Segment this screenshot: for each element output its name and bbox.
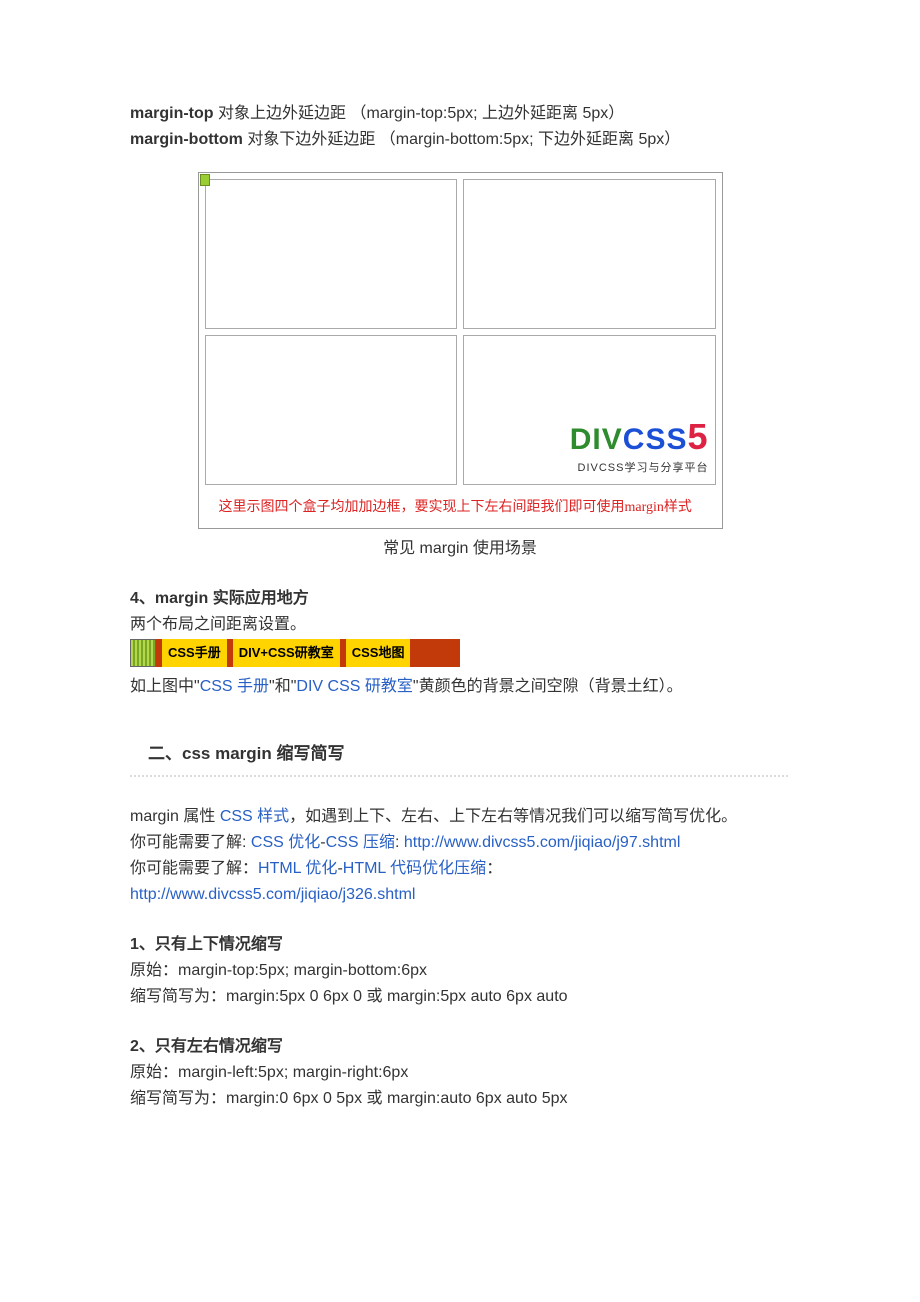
sub2-l2: 缩写简写为：margin:0 6px 0 5px 或 margin:auto 6… (130, 1087, 790, 1111)
link-html-optimize[interactable]: HTML 优化 (258, 860, 337, 877)
figure-caption: 常见 margin 使用场景 (130, 537, 790, 561)
figure-margin-boxes: DIVCSS5 DIVCSS学习与分享平台 这里示图四个盒子均加加边框，要实现上… (198, 172, 723, 529)
para3-line1: margin 属性 CSS 样式，如遇到上下、左右、上下左右等情况我们可以缩写简… (130, 805, 790, 829)
section-divider (130, 775, 790, 777)
sub2-l1: 原始：margin-left:5px; margin-right:6px (130, 1061, 790, 1085)
logo-css: CSS (623, 423, 688, 456)
margin-top-desc: 对象上边外延边距 （margin-top:5px; 上边外延距离 5px） (214, 105, 625, 122)
figure-box-3 (205, 335, 458, 485)
nav-tab-css-map: CSS地图 (346, 639, 411, 667)
link-css-manual[interactable]: CSS 手册 (200, 678, 269, 695)
logo-5: 5 (687, 416, 708, 457)
figure-red-caption: 这里示图四个盒子均加加边框，要实现上下左右间距我们即可使用margin样式 (199, 491, 722, 528)
nav-tab-divcss-classroom: DIV+CSS研教室 (233, 639, 340, 667)
link-css-optimize[interactable]: CSS 优化 (251, 834, 320, 851)
margin-top-term: margin-top (130, 105, 214, 122)
section-2-wrap: 二、css margin 缩写简写 (130, 739, 790, 777)
margin-top-line: margin-top 对象上边外延边距 （margin-top:5px; 上边外… (130, 102, 790, 126)
nav-example-image: CSS手册 DIV+CSS研教室 CSS地图 (130, 639, 460, 667)
margin-bottom-line: margin-bottom 对象下边外延边距 （margin-bottom:5p… (130, 128, 790, 152)
section4-line1: 两个布局之间距离设置。 (130, 613, 790, 637)
divcss5-logo: DIVCSS5 DIVCSS学习与分享平台 (570, 410, 709, 477)
para3-line2: 你可能需要了解: CSS 优化-CSS 压缩: http://www.divcs… (130, 831, 790, 855)
logo-div: DIV (570, 423, 623, 456)
link-html-compress[interactable]: HTML 代码优化压缩 (343, 860, 486, 877)
nav-icon (130, 639, 156, 667)
sub1-l1: 原始：margin-top:5px; margin-bottom:6px (130, 959, 790, 983)
sub1-l2: 缩写简写为：margin:5px 0 6px 0 或 margin:5px au… (130, 985, 790, 1009)
link-divcss-classroom[interactable]: DIV CSS 研教室 (296, 678, 412, 695)
link-css-compress[interactable]: CSS 压缩 (326, 834, 395, 851)
text-post: "黄颜色的背景之间空隙（背景土红）。 (413, 678, 683, 695)
figure-box-4: DIVCSS5 DIVCSS学习与分享平台 (463, 335, 716, 485)
heading-section-4: 4、margin 实际应用地方 (130, 587, 790, 611)
figure-box-2 (463, 179, 716, 329)
link-url-j326[interactable]: http://www.divcss5.com/jiqiao/j326.shtml (130, 886, 415, 903)
heading-sub2: 2、只有左右情况缩写 (130, 1035, 790, 1059)
text-pre: 如上图中" (130, 678, 200, 695)
heading-sub1: 1、只有上下情况缩写 (130, 933, 790, 957)
logo-subtitle: DIVCSS学习与分享平台 (570, 460, 709, 477)
margin-bottom-desc: 对象下边外延边距 （margin-bottom:5px; 下边外延距离 5px） (243, 131, 680, 148)
link-url-j97[interactable]: http://www.divcss5.com/jiqiao/j97.shtml (404, 834, 681, 851)
figure-box-1 (205, 179, 458, 329)
figure-grid: DIVCSS5 DIVCSS学习与分享平台 (199, 173, 722, 491)
link-css-style[interactable]: CSS 样式 (220, 808, 289, 825)
nav-tab-css-manual: CSS手册 (162, 639, 227, 667)
margin-bottom-term: margin-bottom (130, 131, 243, 148)
para3-line3: 你可能需要了解：HTML 优化-HTML 代码优化压缩： (130, 857, 790, 881)
para3-line4: http://www.divcss5.com/jiqiao/j326.shtml (130, 883, 790, 907)
heading-section-2: 二、css margin 缩写简写 (130, 739, 790, 775)
section4-after: 如上图中"CSS 手册"和"DIV CSS 研教室"黄颜色的背景之间空隙（背景土… (130, 675, 790, 699)
text-mid1: "和" (269, 678, 296, 695)
